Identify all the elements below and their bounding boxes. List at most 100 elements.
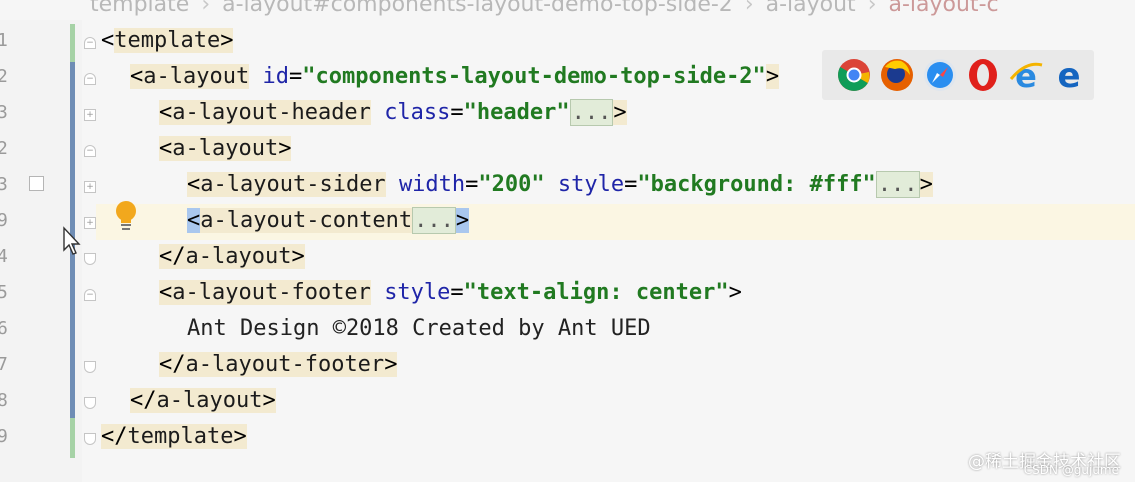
watermark: @稀土掘金技术社区 CSDN @gujume: [968, 447, 1121, 477]
mouse-cursor-icon: [63, 226, 81, 255]
line-number: 3: [0, 102, 8, 123]
code-line[interactable]: <a-layout>: [159, 132, 292, 166]
svg-text:e: e: [1015, 57, 1037, 93]
safari-icon[interactable]: [922, 57, 958, 93]
equals-sign: =: [465, 172, 479, 197]
breadcrumb-item[interactable]: a-layout: [766, 0, 856, 17]
tag-close: >: [384, 352, 398, 377]
line-number: 1: [0, 30, 8, 51]
tag-open: </: [159, 352, 186, 377]
tag-close: >: [728, 280, 742, 305]
tag-name: template: [127, 424, 234, 449]
tag-close: >: [233, 424, 247, 449]
breadcrumb-separator-icon: ›: [201, 0, 211, 17]
code-line[interactable]: </a-layout>: [130, 384, 276, 418]
vcs-change-marker[interactable]: [70, 24, 75, 62]
edge-icon[interactable]: e: [1051, 57, 1087, 93]
text-content: Ant Design ©2018 Created by Ant UED: [187, 316, 651, 341]
code-line[interactable]: <a-layout-header class="header"...>: [159, 96, 627, 130]
attribute-value: "200": [478, 172, 545, 197]
breadcrumb-separator-icon: ›: [744, 0, 754, 17]
tag-name: a-layout: [172, 136, 279, 161]
line-number: 3: [0, 174, 8, 195]
line-number: 9: [0, 210, 8, 231]
attribute-name: class: [384, 100, 451, 125]
equals-sign: =: [624, 172, 638, 197]
tag-open: <: [187, 172, 201, 197]
breadcrumb-item[interactable]: a-layout#components-layout-demo-top-side…: [222, 0, 733, 17]
tag-name: a-layout-footer: [172, 280, 371, 305]
fold-end-icon[interactable]: [84, 397, 96, 409]
tag-open: <: [101, 28, 115, 53]
tag-open: <: [159, 136, 173, 161]
fold-end-icon[interactable]: [84, 253, 96, 265]
tag-close: >: [220, 28, 234, 53]
svg-text:e: e: [1057, 57, 1080, 93]
open-in-browser-toolbar: e e: [822, 50, 1094, 100]
fold-expand-icon[interactable]: [84, 217, 96, 229]
attribute-value: "background: #fff": [637, 172, 876, 197]
fold-toggle-icon[interactable]: [84, 73, 96, 85]
breakpoint-checkbox[interactable]: [29, 176, 44, 191]
breadcrumb-separator-icon: ›: [867, 0, 877, 17]
line-number: 4: [0, 246, 8, 267]
tag-open: </: [101, 424, 128, 449]
fold-end-icon[interactable]: [84, 361, 96, 373]
code-line[interactable]: <a-layout-sider width="200" style="backg…: [187, 168, 933, 202]
breadcrumb-item[interactable]: template: [90, 0, 189, 17]
ie-icon[interactable]: e: [1008, 57, 1044, 93]
fold-expand-icon[interactable]: [84, 109, 96, 121]
line-number: 5: [0, 282, 8, 303]
equals-sign: =: [450, 100, 464, 125]
code-line[interactable]: <a-layout-footer style="text-align: cent…: [159, 276, 742, 310]
tag-name: a-layout: [143, 64, 250, 89]
code-line[interactable]: Ant Design ©2018 Created by Ant UED: [187, 312, 651, 346]
tag-close: >: [291, 244, 305, 269]
breadcrumb: template › a-layout#components-layout-demo…: [90, 0, 999, 17]
attribute-name: style: [384, 280, 451, 305]
code-line[interactable]: <template>: [101, 24, 234, 58]
tag-close: >: [262, 388, 276, 413]
tag-open: </: [159, 244, 186, 269]
tag-name: template: [114, 28, 221, 53]
firefox-icon[interactable]: [879, 57, 915, 93]
fold-toggle-icon[interactable]: [84, 37, 96, 49]
equals-sign: =: [450, 280, 464, 305]
opera-icon[interactable]: [965, 57, 1001, 93]
tag-close: >: [919, 172, 933, 197]
code-line[interactable]: </a-layout-footer>: [159, 348, 398, 382]
folded-code-placeholder[interactable]: ...: [412, 207, 456, 234]
line-number: 8: [0, 390, 8, 411]
folded-code-placeholder[interactable]: ...: [569, 99, 614, 126]
fold-toggle-icon[interactable]: [84, 289, 96, 301]
equals-sign: =: [288, 64, 303, 89]
tag-name: a-layout-sider: [200, 172, 386, 197]
attribute-value: "header": [463, 100, 570, 125]
tag-name: a-layout: [185, 244, 292, 269]
vcs-change-marker[interactable]: [70, 418, 75, 458]
code-line[interactable]: </a-layout>: [159, 240, 305, 274]
line-number: 7: [0, 354, 8, 375]
attribute-name: width: [398, 172, 466, 197]
tag-name: a-layout-header: [172, 100, 371, 125]
attribute-name: id: [262, 64, 289, 89]
line-number: 6: [0, 318, 8, 339]
lightbulb-icon[interactable]: [114, 200, 138, 234]
tag-name: a-layout: [156, 388, 263, 413]
breadcrumb-item[interactable]: a-layout-c: [889, 0, 999, 17]
fold-expand-icon[interactable]: [84, 181, 96, 193]
tag-open: </: [130, 388, 157, 413]
attribute-value: "text-align: center": [463, 280, 729, 305]
code-line[interactable]: <a-layout-content...>: [187, 204, 470, 238]
tag-open: <: [159, 280, 173, 305]
tag-name: a-layout-footer: [185, 352, 385, 377]
code-line[interactable]: </template>: [101, 420, 247, 454]
fold-toggle-icon[interactable]: [84, 145, 96, 157]
chrome-icon[interactable]: [836, 57, 872, 93]
fold-end-icon[interactable]: [84, 433, 96, 445]
folded-code-placeholder[interactable]: ...: [875, 171, 920, 198]
code-line[interactable]: <a-layout id="components-layout-demo-top…: [130, 60, 780, 94]
tag-open: <: [159, 100, 173, 125]
line-number: 2: [0, 138, 8, 159]
attribute-value: "components-layout-demo-top-side-2": [302, 64, 766, 89]
